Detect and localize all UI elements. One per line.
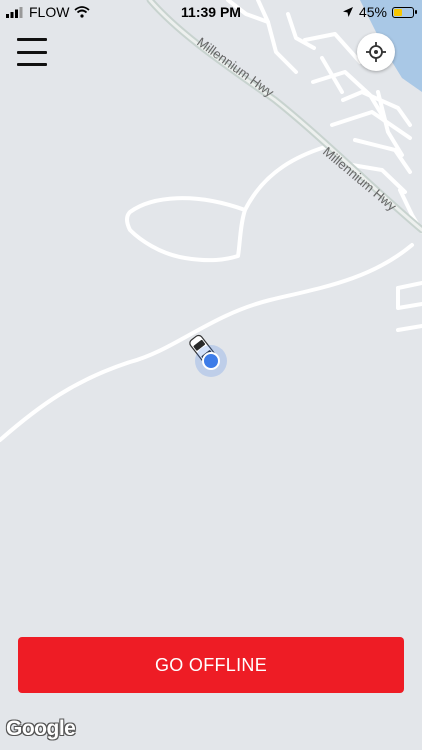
go-offline-button[interactable]: GO OFFLINE <box>18 637 404 693</box>
battery-icon <box>392 6 417 18</box>
current-location-dot <box>202 352 220 370</box>
menu-line <box>17 63 47 66</box>
status-bar: FLOW 11:39 PM 45% <box>0 0 422 24</box>
battery-percent: 45% <box>358 4 387 20</box>
battery-level <box>394 8 402 16</box>
hamburger-menu-icon[interactable] <box>14 34 50 70</box>
menu-line <box>17 38 47 41</box>
google-logo: Google <box>6 717 76 740</box>
recenter-location-button[interactable] <box>357 33 395 71</box>
menu-line <box>17 50 47 54</box>
crosshair-icon <box>366 42 386 62</box>
location-arrow-icon <box>342 7 353 17</box>
